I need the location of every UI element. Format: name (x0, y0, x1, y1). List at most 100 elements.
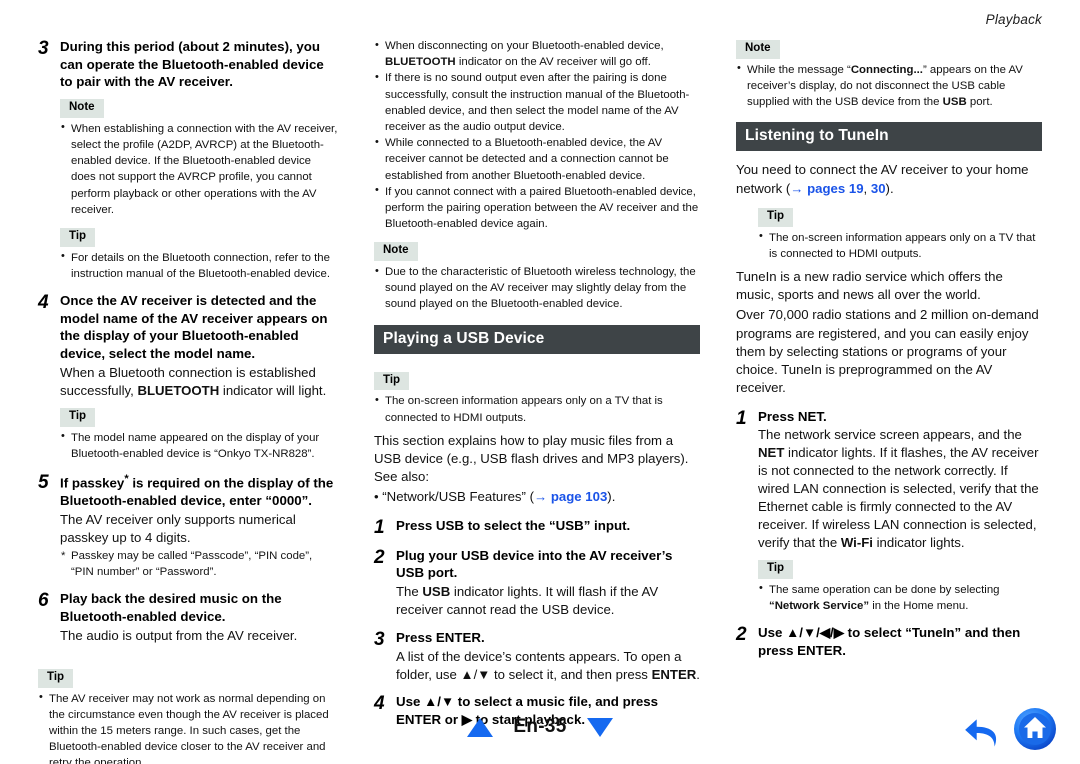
section-header-playing-usb: Playing a USB Device (374, 324, 700, 354)
tip-badge: Tip (38, 668, 74, 688)
page-footer: En-35 (0, 700, 1080, 756)
page-link[interactable]: pages 19 (807, 181, 863, 196)
step-item: 6 Play back the desired music on the Blu… (38, 590, 338, 644)
step-number: 6 (38, 590, 49, 612)
body-paragraph: TuneIn is a new radio service which offe… (736, 268, 1003, 303)
text-bold: ENTER (651, 666, 697, 682)
step-text: The network service screen appears, and … (758, 426, 1042, 552)
note-badge: Note (374, 242, 418, 262)
text-part: When disconnecting on your Bluetooth-ena… (385, 40, 664, 52)
triangle-up-icon[interactable] (467, 717, 494, 737)
column-2: When disconnecting on your Bluetooth-ena… (360, 37, 720, 764)
step-item: 3 Press ENTER. A list of the device’s co… (374, 629, 700, 684)
step-title: Press USB to select the “USB” input. (396, 517, 631, 533)
step-number: 2 (736, 624, 747, 646)
column-3: Note While the message “Connecting...” a… (720, 38, 1080, 764)
text-part: , (863, 180, 871, 196)
step-text: A list of the device’s contents appears.… (396, 648, 700, 684)
footer-nav-buttons (960, 706, 1058, 752)
step-title: If passkey* is required on the display o… (60, 472, 338, 510)
list-item: While connected to a Bluetooth-enabled d… (374, 135, 700, 184)
text-part: ). (607, 489, 616, 505)
list-item: The model name appeared on the display o… (60, 429, 338, 462)
step-item: 1 Press USB to select the “USB” input. (374, 517, 700, 537)
step-title: Press NET. (758, 408, 827, 424)
step-title: Press ENTER. (396, 629, 485, 645)
tip-badge: Tip (758, 559, 794, 579)
text-bold: USB (422, 584, 451, 599)
list-item: Due to the characteristic of Bluetooth w… (374, 264, 700, 313)
step-item: 3 During this period (about 2 minutes), … (38, 38, 338, 91)
text-bold: Connecting... (850, 63, 923, 76)
text-bold: BLUETOOTH (137, 382, 220, 398)
note-badge: Note (736, 40, 780, 59)
text-part: The same operation can be done by select… (769, 583, 1000, 596)
note-bullet-list: While the message “Connecting...” appear… (736, 61, 1042, 111)
step-number: 5 (38, 471, 49, 493)
step-title: Play back the desired music on the Bluet… (60, 591, 282, 625)
step-number: 3 (374, 628, 385, 650)
page-number-label: En-35 (513, 716, 567, 737)
text-part: . (696, 666, 700, 682)
text-bold: USB (942, 96, 967, 109)
text-part: indicator will light. (219, 382, 327, 398)
text-part: port. (966, 96, 993, 109)
footnote: Passkey may be called “Passcode”, “PIN c… (60, 549, 338, 581)
intro-paragraph: This section explains how to play music … (374, 432, 689, 485)
body-paragraph: Over 70,000 radio stations and 2 million… (736, 307, 1039, 396)
step-item: 2 Plug your USB device into the AV recei… (374, 547, 700, 619)
triangle-down-icon[interactable] (586, 717, 613, 737)
note-badge: Note (60, 99, 104, 118)
step-number: 4 (38, 292, 49, 314)
list-item: While the message “Connecting...” appear… (736, 61, 1042, 111)
step-text: The AV receiver only supports numerical … (60, 511, 296, 545)
text-part: ). (885, 180, 894, 196)
running-head: Playback (985, 12, 1042, 27)
text-part: indicator lights. (872, 534, 965, 550)
text-part: • “Network/USB Features” ( (374, 489, 534, 505)
column-1: 3 During this period (about 2 minutes), … (0, 38, 360, 764)
list-item: The on-screen information appears only o… (758, 229, 1042, 262)
step-item: 2 Use ▲/▼/◀/▶ to select “TuneIn” and the… (736, 624, 1042, 659)
step-text: The audio is output from the AV receiver… (60, 627, 298, 643)
intro-paragraph: You need to connect the AV receiver to y… (736, 161, 1042, 197)
step-number: 1 (736, 407, 747, 429)
step-text: When a Bluetooth connection is establish… (60, 364, 338, 400)
tip-bullet-list: The same operation can be done by select… (758, 581, 1042, 614)
step-title: During this period (about 2 minutes), yo… (60, 39, 324, 90)
text-bold: NET (758, 445, 785, 461)
list-item: For details on the Bluetooth connection,… (60, 249, 338, 282)
text-part: If passkey (60, 475, 125, 491)
step-text: The USB indicator lights. It will flash … (396, 583, 700, 619)
list-item: When disconnecting on your Bluetooth-ena… (374, 37, 700, 70)
text-part: in the Home menu. (869, 599, 969, 612)
note-bullet-list: Due to the characteristic of Bluetooth w… (374, 264, 700, 313)
text-part: The network service screen appears, and … (758, 427, 1022, 443)
page-link[interactable]: 30 (871, 181, 886, 196)
step-number: 1 (374, 516, 385, 538)
continuation-bullet-list: When disconnecting on your Bluetooth-ena… (374, 37, 700, 232)
tip-badge: Tip (758, 207, 794, 227)
tip-bullet-list: The on-screen information appears only o… (758, 229, 1042, 262)
tip-bullet-list: The model name appeared on the display o… (60, 429, 338, 462)
document-page: Playback 3 During this period (about 2 m… (0, 0, 1080, 764)
text-part: indicator on the AV receiver will go off… (455, 56, 651, 69)
page-link[interactable]: page 103 (551, 489, 607, 504)
page-navigation: En-35 (0, 716, 1080, 738)
step-title: Use ▲/▼/◀/▶ to select “TuneIn” and then … (758, 625, 1021, 658)
tip-badge: Tip (60, 407, 96, 427)
list-item: When establishing a connection with the … (60, 120, 338, 218)
step-title: Once the AV receiver is detected and the… (60, 293, 328, 362)
see-also-line: • “Network/USB Features” (→ page 103). (374, 488, 700, 506)
back-arrow-icon[interactable] (960, 707, 1004, 751)
note-bullet-list: When establishing a connection with the … (60, 120, 338, 218)
list-item: The same operation can be done by select… (758, 581, 1042, 614)
tip-bullet-list: For details on the Bluetooth connection,… (60, 249, 338, 282)
step-title: Plug your USB device into the AV receive… (396, 547, 673, 581)
step-item: 1 Press NET. The network service screen … (736, 408, 1042, 552)
tip-badge: Tip (374, 371, 410, 391)
home-icon[interactable] (1012, 706, 1058, 752)
step-item: 4 Once the AV receiver is detected and t… (38, 292, 338, 400)
step-number: 2 (374, 546, 385, 568)
tip-badge: Tip (60, 227, 96, 247)
